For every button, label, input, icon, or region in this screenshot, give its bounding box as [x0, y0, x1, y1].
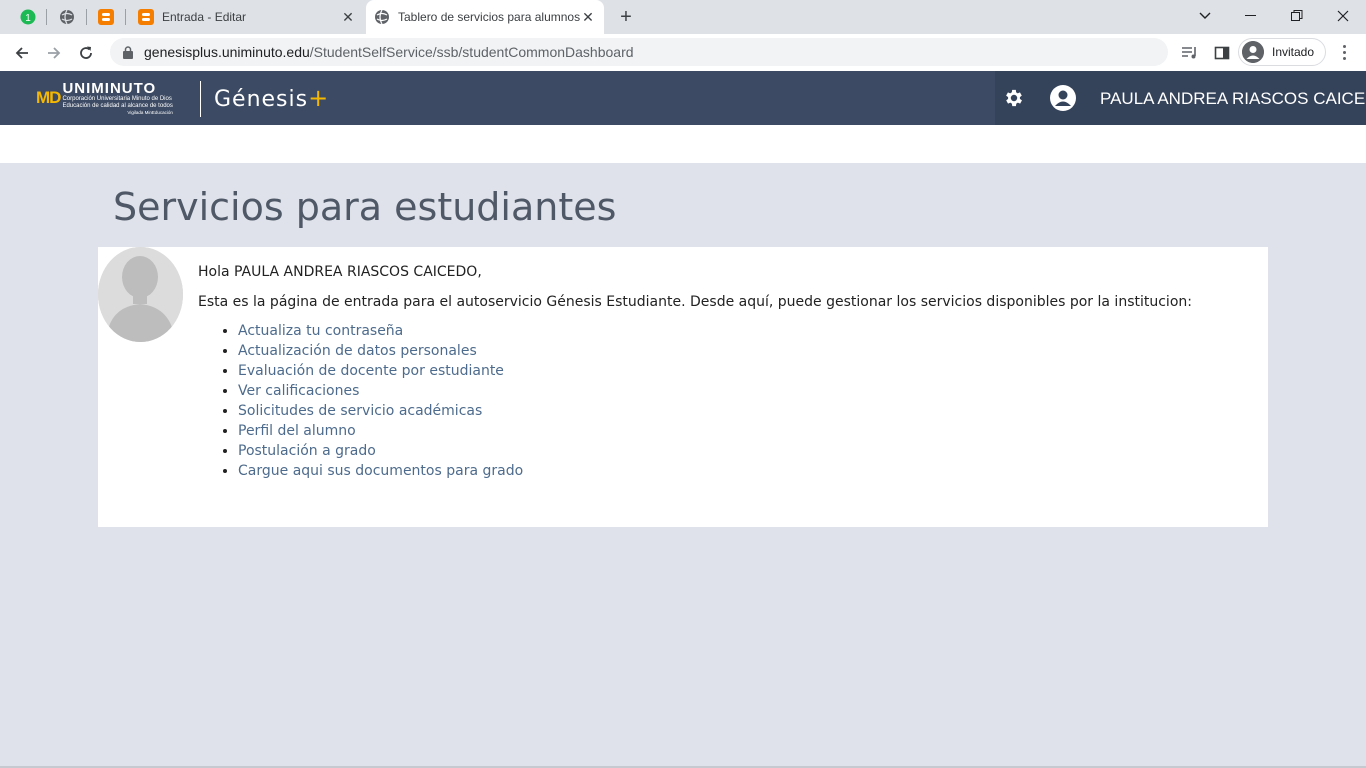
minimize-button[interactable]	[1228, 0, 1274, 32]
list-item: Actualiza tu contraseña	[238, 321, 523, 341]
user-avatar-icon	[1050, 85, 1076, 111]
logo-line3: Vigilada MinEducación	[127, 109, 173, 115]
link-actualizacion-datos[interactable]: Actualización de datos personales	[238, 343, 477, 359]
profile-photo	[98, 247, 183, 342]
tab-title: Tablero de servicios para alumnos	[398, 10, 580, 24]
gear-icon	[1006, 89, 1022, 107]
notification-badge-icon: 1	[20, 9, 36, 25]
svg-text:1: 1	[25, 13, 31, 24]
avatar-icon	[1242, 41, 1264, 63]
arrow-right-icon	[48, 47, 61, 59]
close-tab-icon[interactable]: ✕	[580, 9, 596, 25]
list-item: Postulación a grado	[238, 441, 523, 461]
pinned-tab-blogger[interactable]	[95, 6, 117, 28]
playlist-icon	[1182, 47, 1196, 59]
close-window-button[interactable]	[1320, 0, 1366, 32]
tab-title: Entrada - Editar	[162, 10, 247, 24]
list-item: Solicitudes de servicio académicas	[238, 401, 523, 421]
link-actualiza-contrasena[interactable]: Actualiza tu contraseña	[238, 323, 403, 339]
tab-tablero-servicios[interactable]: Tablero de servicios para alumnos ✕	[366, 0, 604, 34]
list-item: Ver calificaciones	[238, 381, 523, 401]
person-silhouette-icon	[98, 247, 183, 342]
close-tab-icon[interactable]: ✕	[340, 9, 356, 25]
side-panel-button[interactable]	[1212, 43, 1232, 63]
list-item: Evaluación de docente por estudiante	[238, 361, 523, 381]
back-button[interactable]	[9, 40, 35, 66]
tab-search-button[interactable]	[1182, 0, 1228, 32]
page-title: Servicios para estudiantes	[113, 185, 617, 229]
lock-icon	[122, 45, 134, 59]
logo-name: UNIMINUTO	[62, 79, 157, 97]
list-item: Perfil del alumno	[238, 421, 523, 441]
list-item: Cargue aqui sus documentos para grado	[238, 461, 523, 481]
address-bar[interactable]: genesisplus.uniminuto.edu/StudentSelfSer…	[110, 38, 1168, 66]
user-menu-button[interactable]	[1050, 85, 1076, 111]
restore-button[interactable]	[1274, 0, 1320, 32]
blogger-icon	[98, 9, 114, 25]
logo-divider	[200, 81, 201, 117]
link-evaluacion-docente[interactable]: Evaluación de docente por estudiante	[238, 363, 504, 379]
profile-button[interactable]: Invitado	[1238, 38, 1326, 66]
pinned-tab-globe[interactable]	[56, 6, 78, 28]
services-list: Actualiza tu contraseña Actualización de…	[218, 321, 523, 481]
greeting-text: Hola PAULA ANDREA RIASCOS CAICEDO,	[198, 264, 482, 280]
list-item: Actualización de datos personales	[238, 341, 523, 361]
dashboard-card: Hola PAULA ANDREA RIASCOS CAICEDO, Esta …	[98, 247, 1268, 527]
profile-label: Invitado	[1272, 45, 1315, 59]
reload-button[interactable]	[73, 40, 99, 66]
close-icon	[1337, 10, 1349, 22]
breadcrumb-bar	[0, 125, 1366, 163]
browser-toolbar: genesisplus.uniminuto.edu/StudentSelfSer…	[0, 34, 1366, 71]
browser-menu-button[interactable]	[1336, 42, 1352, 62]
uniminuto-logo[interactable]: MD UNIMINUTO Corporación Universitaria M…	[36, 79, 173, 117]
media-control-button[interactable]	[1180, 43, 1200, 63]
link-postulacion-grado[interactable]: Postulación a grado	[238, 443, 376, 459]
url-text: genesisplus.uniminuto.edu/StudentSelfSer…	[144, 44, 634, 60]
site-header: MD UNIMINUTO Corporación Universitaria M…	[0, 71, 1366, 125]
arrow-left-icon	[15, 47, 28, 59]
link-solicitudes-servicio[interactable]: Solicitudes de servicio académicas	[238, 403, 482, 419]
minimize-icon	[1245, 15, 1256, 16]
link-perfil-alumno[interactable]: Perfil del alumno	[238, 423, 356, 439]
header-user-name[interactable]: PAULA ANDREA RIASCOS CAICEDO	[1100, 89, 1366, 109]
genesis-logo[interactable]: Génesis+	[214, 84, 329, 112]
tab-entrada-editar[interactable]: Entrada - Editar ✕	[130, 0, 364, 34]
reload-icon	[80, 46, 92, 59]
side-panel-icon	[1214, 46, 1230, 60]
link-ver-calificaciones[interactable]: Ver calificaciones	[238, 383, 359, 399]
browser-tab-strip: 1 Entrada - Editar ✕ Tablero de servicio…	[0, 0, 1366, 34]
chevron-down-icon	[1199, 12, 1211, 19]
settings-button[interactable]	[1003, 87, 1025, 109]
restore-icon	[1291, 10, 1303, 21]
pinned-tab-whatsapp[interactable]: 1	[17, 6, 39, 28]
globe-icon	[60, 9, 74, 25]
globe-icon	[374, 9, 390, 25]
new-tab-button[interactable]: +	[614, 6, 638, 28]
logo-line2: Educación de calidad al alcance de todos	[62, 102, 173, 109]
logo-md: MD	[36, 88, 61, 107]
intro-text: Esta es la página de entrada para el aut…	[198, 294, 1192, 310]
link-cargue-documentos[interactable]: Cargue aqui sus documentos para grado	[238, 463, 523, 479]
blogger-icon	[138, 9, 154, 25]
logo-line1: Corporación Universitaria Minuto de Dios	[62, 95, 172, 102]
forward-button[interactable]	[41, 40, 67, 66]
